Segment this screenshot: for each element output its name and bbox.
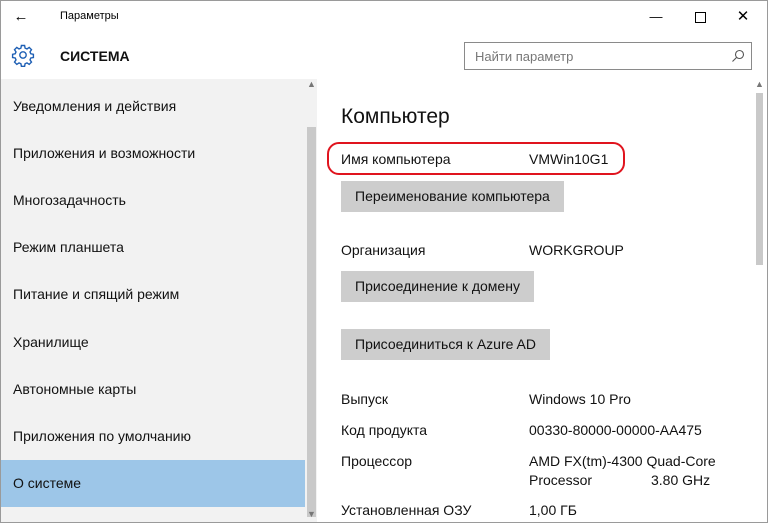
back-arrow-icon[interactable]: ← xyxy=(10,7,32,27)
sidebar-item-power-sleep[interactable]: Питание и спящий режим xyxy=(1,271,305,318)
page-title: СИСТЕМА xyxy=(60,48,130,64)
rename-computer-button[interactable]: Переименование компьютера xyxy=(341,181,564,212)
sidebar: Уведомления и действия Приложения и возм… xyxy=(1,79,317,522)
sidebar-item-multitasking[interactable]: Многозадачность xyxy=(1,177,305,224)
sidebar-item-tablet-mode[interactable]: Режим планшета xyxy=(1,224,305,271)
product-code-label: Код продукта xyxy=(341,422,428,438)
sidebar-item-apps[interactable]: Приложения и возможности xyxy=(1,130,305,177)
product-code-value: 00330-80000-00000-AA475 xyxy=(529,422,702,438)
section-title: Компьютер xyxy=(341,105,450,128)
scroll-down-icon[interactable]: ▼ xyxy=(307,509,316,519)
title-bar: ← Параметры — ✕ xyxy=(1,1,767,33)
processor-value-line2: Processor xyxy=(529,472,593,488)
maximize-icon xyxy=(694,12,706,24)
sidebar-item-storage[interactable]: Хранилище xyxy=(1,319,305,366)
gear-icon xyxy=(11,44,35,67)
processor-value-line1: AMD FX(tm)-4300 Quad-Core xyxy=(529,453,716,469)
search-icon[interactable] xyxy=(731,49,745,63)
search-input[interactable]: Найти параметр xyxy=(464,42,752,70)
search-placeholder: Найти параметр xyxy=(475,49,574,64)
window-title: Параметры xyxy=(60,10,119,22)
page-header: СИСТЕМА Найти параметр xyxy=(1,33,767,79)
maximize-button[interactable] xyxy=(683,5,717,29)
sidebar-scrollbar[interactable]: ▲ ▼ xyxy=(305,79,317,522)
sidebar-item-about[interactable]: О системе xyxy=(1,460,305,507)
organization-label: Организация xyxy=(341,242,426,258)
edition-value: Windows 10 Pro xyxy=(529,391,631,407)
computer-name-value: VMWin10G1 xyxy=(529,151,609,167)
ram-value: 1,00 ГБ xyxy=(529,502,577,518)
edition-label: Выпуск xyxy=(341,391,388,407)
computer-name-label: Имя компьютера xyxy=(341,151,451,167)
settings-window: ← Параметры — ✕ СИСТЕМА Найти параметр У… xyxy=(0,0,768,523)
scroll-up-icon[interactable]: ▲ xyxy=(755,79,764,89)
close-button[interactable]: ✕ xyxy=(726,5,760,29)
join-domain-button[interactable]: Присоединение к домену xyxy=(341,271,534,302)
processor-label: Процессор xyxy=(341,453,413,469)
scroll-up-icon[interactable]: ▲ xyxy=(307,79,316,89)
main-content: Компьютер Имя компьютера VMWin10G1 Переи… xyxy=(317,79,767,522)
minimize-button[interactable]: — xyxy=(639,5,673,29)
sidebar-item-notifications[interactable]: Уведомления и действия xyxy=(1,83,305,130)
scrollbar-thumb[interactable] xyxy=(756,93,763,265)
main-scrollbar[interactable]: ▲ xyxy=(753,79,765,522)
processor-speed: 3.80 GHz xyxy=(651,472,711,488)
ram-label: Установленная ОЗУ xyxy=(341,502,472,518)
scrollbar-thumb[interactable] xyxy=(307,127,316,517)
organization-value: WORKGROUP xyxy=(529,242,624,258)
join-azure-ad-button[interactable]: Присоединиться к Azure AD xyxy=(341,329,550,360)
sidebar-item-default-apps[interactable]: Приложения по умолчанию xyxy=(1,413,305,460)
sidebar-item-offline-maps[interactable]: Автономные карты xyxy=(1,366,305,413)
